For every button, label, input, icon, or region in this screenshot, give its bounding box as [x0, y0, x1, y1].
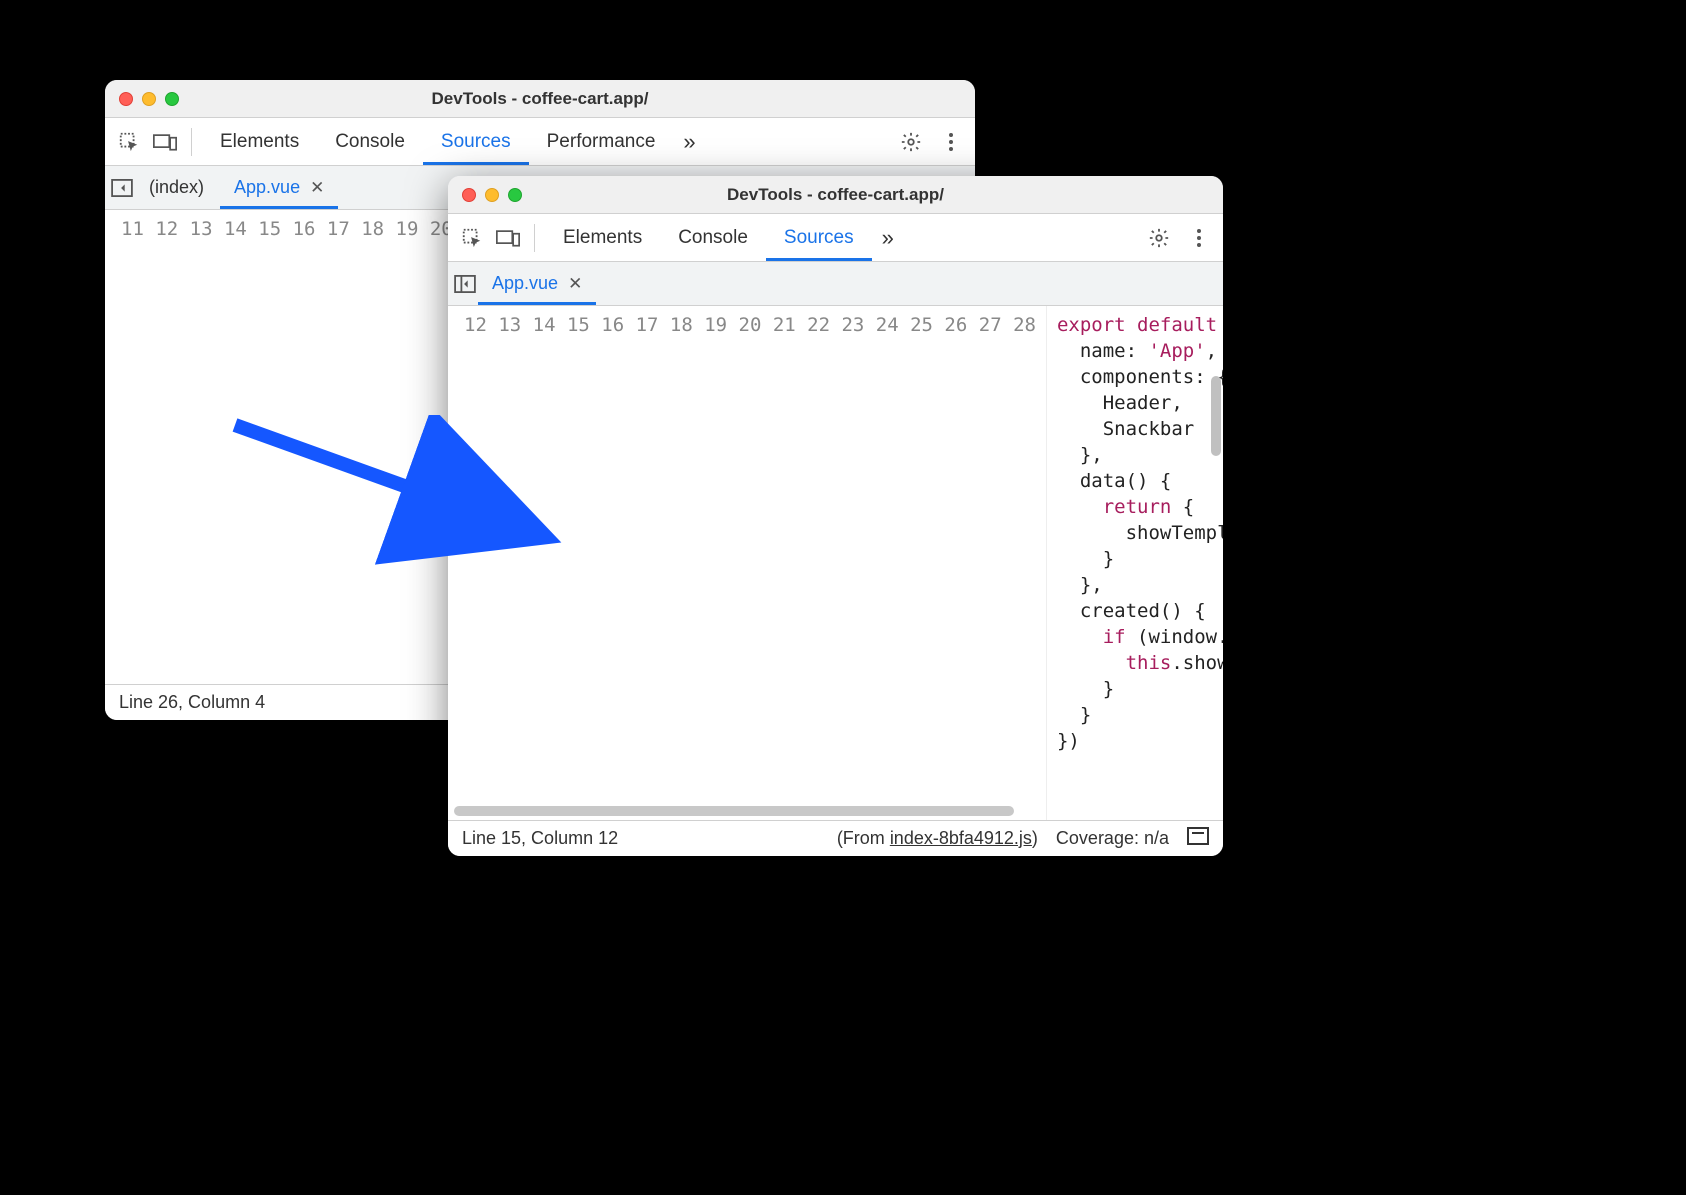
source-map-info: (From index-8bfa4912.js) — [837, 828, 1038, 849]
navigator-toggle-icon[interactable] — [454, 275, 476, 293]
window-titlebar[interactable]: DevTools - coffee-cart.app/ — [105, 80, 975, 118]
source-map-link[interactable]: index-8bfa4912.js — [890, 828, 1032, 848]
devtools-toolbar: Elements Console Sources Performance » — [105, 118, 975, 166]
kebab-menu-icon[interactable] — [935, 126, 967, 158]
close-tab-icon[interactable]: ✕ — [568, 274, 582, 294]
devtools-window-front: DevTools - coffee-cart.app/ Elements Con… — [448, 176, 1223, 856]
more-tabs-button[interactable]: » — [673, 118, 705, 165]
close-window-button[interactable] — [119, 92, 133, 106]
minimize-window-button[interactable] — [142, 92, 156, 106]
panel-tabs: Elements Console Sources » — [545, 214, 1139, 261]
vertical-scrollbar[interactable] — [1209, 346, 1221, 770]
coverage-info: Coverage: n/a — [1056, 828, 1169, 849]
maximize-window-button[interactable] — [165, 92, 179, 106]
device-toolbar-icon[interactable] — [492, 222, 524, 254]
scrollbar-thumb[interactable] — [454, 806, 1014, 816]
line-gutter: 12 13 14 15 16 17 18 19 20 21 22 23 24 2… — [448, 306, 1047, 820]
traffic-lights[interactable] — [119, 92, 179, 106]
close-tab-icon[interactable]: ✕ — [310, 178, 324, 198]
file-tab-app-vue[interactable]: App.vue ✕ — [478, 262, 596, 305]
traffic-lights[interactable] — [462, 188, 522, 202]
devtools-toolbar: Elements Console Sources » — [448, 214, 1223, 262]
cursor-position: Line 26, Column 4 — [119, 692, 265, 713]
window-titlebar[interactable]: DevTools - coffee-cart.app/ — [448, 176, 1223, 214]
navigator-toggle-icon[interactable] — [111, 179, 133, 197]
horizontal-scrollbar[interactable] — [454, 806, 1217, 818]
cursor-position: Line 15, Column 12 — [462, 828, 618, 849]
window-title: DevTools - coffee-cart.app/ — [105, 89, 975, 109]
tab-sources[interactable]: Sources — [423, 118, 529, 165]
code-editor[interactable]: 12 13 14 15 16 17 18 19 20 21 22 23 24 2… — [448, 306, 1223, 820]
file-tabbar: App.vue ✕ — [448, 262, 1223, 306]
kebab-menu-icon[interactable] — [1183, 222, 1215, 254]
toolbar-separator — [534, 224, 535, 252]
panel-tabs: Elements Console Sources Performance » — [202, 118, 891, 165]
tab-performance[interactable]: Performance — [529, 118, 674, 165]
inspect-element-icon[interactable] — [456, 222, 488, 254]
close-window-button[interactable] — [462, 188, 476, 202]
minimize-window-button[interactable] — [485, 188, 499, 202]
maximize-window-button[interactable] — [508, 188, 522, 202]
scrollbar-thumb[interactable] — [1211, 376, 1221, 456]
bottom-drawer-toggle-icon[interactable] — [1187, 827, 1209, 850]
more-tabs-button[interactable]: » — [872, 214, 904, 261]
tab-elements[interactable]: Elements — [545, 214, 660, 261]
tab-sources[interactable]: Sources — [766, 214, 872, 261]
file-tab-label: App.vue — [234, 177, 300, 198]
code-content[interactable]: export default defineComponent({ name: '… — [1047, 306, 1223, 820]
editor-statusbar: Line 15, Column 12 (From index-8bfa4912.… — [448, 820, 1223, 856]
tab-console[interactable]: Console — [660, 214, 766, 261]
file-tab-app-vue[interactable]: App.vue ✕ — [220, 166, 338, 209]
tab-elements[interactable]: Elements — [202, 118, 317, 165]
file-tab-index[interactable]: (index) — [135, 166, 218, 209]
window-title: DevTools - coffee-cart.app/ — [448, 185, 1223, 205]
toolbar-separator — [191, 128, 192, 156]
settings-gear-icon[interactable] — [895, 126, 927, 158]
tab-console[interactable]: Console — [317, 118, 423, 165]
settings-gear-icon[interactable] — [1143, 222, 1175, 254]
inspect-element-icon[interactable] — [113, 126, 145, 158]
device-toolbar-icon[interactable] — [149, 126, 181, 158]
file-tab-label: App.vue — [492, 273, 558, 294]
